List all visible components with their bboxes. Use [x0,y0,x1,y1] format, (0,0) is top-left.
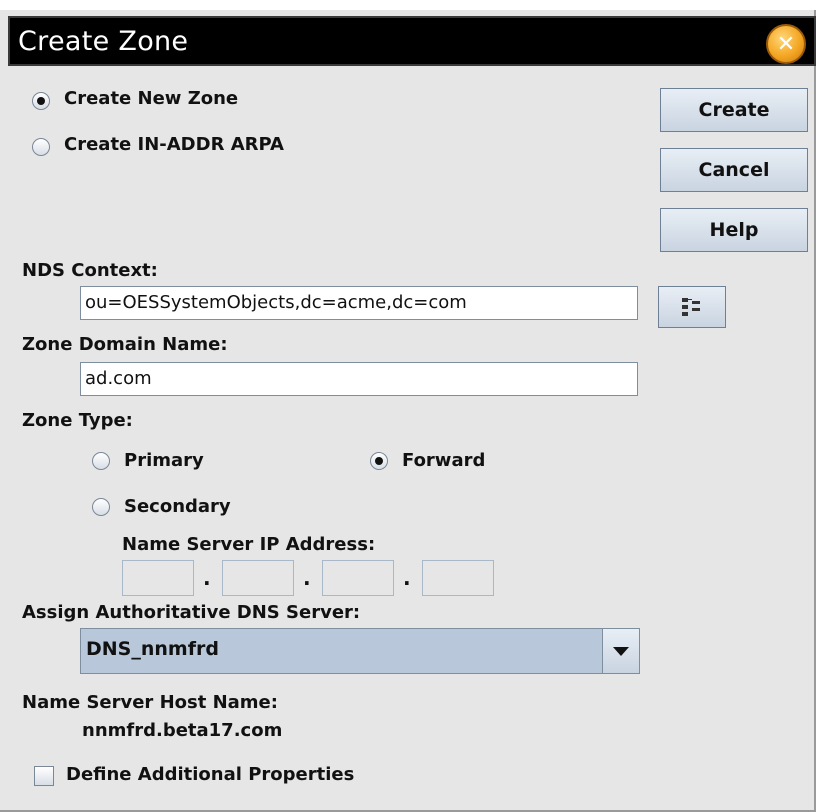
create-new-zone-radio[interactable] [32,92,50,110]
zone-domain-label: Zone Domain Name: [22,334,228,355]
authoritative-dns-label: Assign Authoritative DNS Server: [22,602,361,623]
name-server-ip-label: Name Server IP Address: [122,534,376,555]
cancel-button[interactable]: Cancel [660,148,808,192]
authoritative-dns-value[interactable]: DNS_nnmfrd [86,638,219,660]
ip-octet-1[interactable] [122,560,194,596]
radio-selected-dot [375,457,383,465]
forward-radio[interactable] [370,452,388,470]
nds-context-field[interactable]: ou=OESSystemObjects,dc=acme,dc=com [80,286,638,320]
top-border [0,0,816,10]
secondary-label[interactable]: Secondary [124,496,231,517]
additional-properties-checkbox[interactable] [34,766,54,786]
ip-octet-2[interactable] [222,560,294,596]
create-in-addr-arpa-label[interactable]: Create IN-ADDR ARPA [64,134,284,155]
dropdown-arrow-button[interactable] [602,629,639,673]
name-server-host-value: nnmfrd.beta17.com [82,720,283,741]
ip-separator: . [403,566,411,590]
primary-label[interactable]: Primary [124,450,204,471]
ip-octet-3[interactable] [322,560,394,596]
tree-browse-button[interactable] [658,286,726,328]
ip-octet-4[interactable] [422,560,494,596]
secondary-radio[interactable] [92,498,110,516]
close-icon[interactable]: ✕ [766,24,806,64]
tree-browse-icon [682,298,700,316]
create-new-zone-label[interactable]: Create New Zone [64,88,238,109]
radio-selected-dot [37,97,45,105]
help-button[interactable]: Help [660,208,808,252]
create-button[interactable]: Create [660,88,808,132]
forward-label[interactable]: Forward [402,450,485,471]
chevron-down-icon [613,646,629,656]
ip-separator: . [303,566,311,590]
zone-domain-field[interactable]: ad.com [80,362,638,396]
name-server-host-label: Name Server Host Name: [22,692,278,713]
additional-properties-label[interactable]: Define Additional Properties [66,764,354,785]
primary-radio[interactable] [92,452,110,470]
create-in-addr-arpa-radio[interactable] [32,138,50,156]
zone-type-label: Zone Type: [22,410,133,431]
nds-context-label: NDS Context: [22,260,158,281]
ip-separator: . [203,566,211,590]
dialog-title: Create Zone [18,26,189,57]
